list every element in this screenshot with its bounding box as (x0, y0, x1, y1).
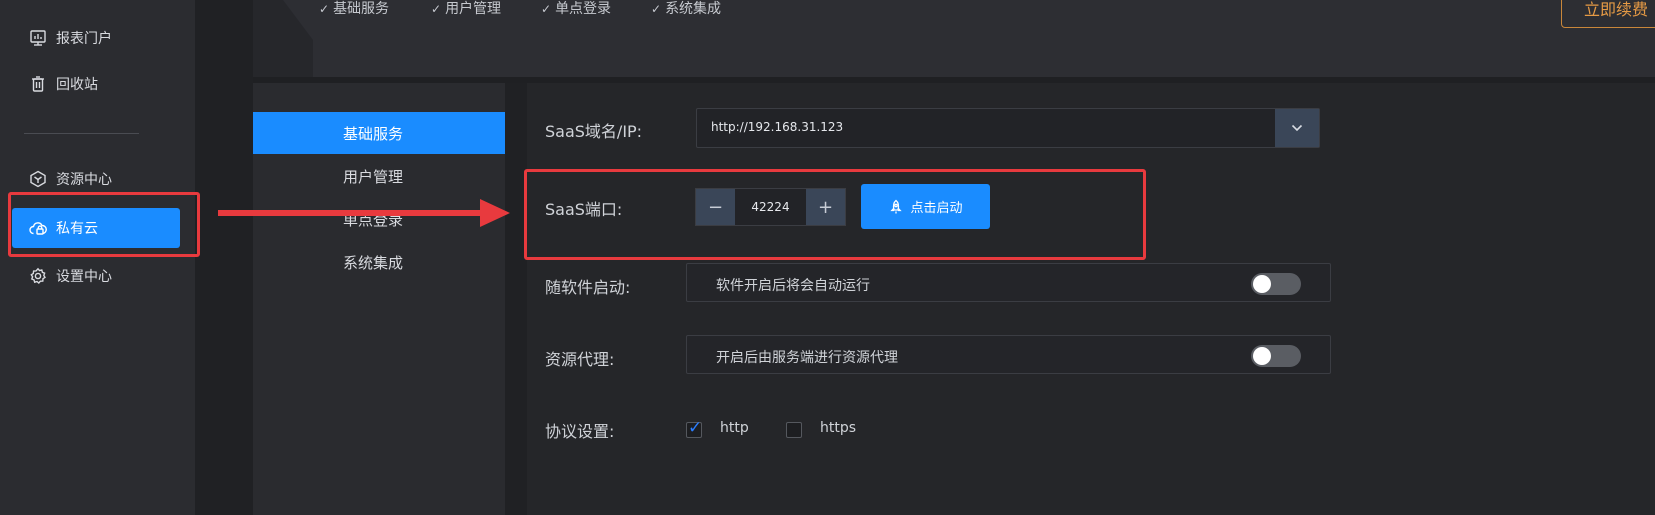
resource-hexagon-icon (28, 169, 48, 189)
http-checkbox[interactable]: ✓ (686, 418, 702, 438)
chevron-down-icon[interactable] (1275, 109, 1319, 147)
autostart-row: 软件开启后将会自动运行 (686, 263, 1331, 302)
http-label: http (720, 420, 749, 436)
banner-corner-decoration (253, 0, 313, 77)
checkmark-icon: ✓ (688, 418, 703, 438)
protocol-label: 协议设置: (545, 422, 615, 441)
sidebar: 报表门户 回收站 资源中心 私有云 设置中心 (0, 0, 195, 515)
report-portal-icon (28, 28, 48, 48)
sidebar-divider (24, 133, 139, 134)
proxy-label: 资源代理: (545, 350, 615, 369)
renew-button[interactable]: 立即续费 (1561, 0, 1655, 28)
domain-value: http://192.168.31.123 (711, 120, 844, 134)
annotation-arrow (218, 199, 510, 227)
feature-check-sso: ✓ 单点登录 (541, 1, 612, 17)
check-icon: ✓ (319, 2, 330, 16)
feature-check-users: ✓ 用户管理 (431, 1, 502, 17)
tab-system-integration[interactable]: 系统集成 (253, 241, 505, 283)
service-banner: ✓ 基础服务 ✓ 用户管理 ✓ 单点登录 ✓ 系统集成 (253, 0, 1655, 77)
autostart-label: 随软件启动: (545, 278, 631, 297)
check-icon: ✓ (431, 2, 442, 16)
sidebar-item-label: 报表门户 (56, 31, 112, 47)
domain-label: SaaS域名/IP: (545, 122, 643, 141)
switch-knob (1253, 275, 1271, 293)
tab-user-management[interactable]: 用户管理 (253, 155, 505, 197)
sidebar-item-label: 资源中心 (56, 172, 112, 188)
annotation-highlight-port (524, 169, 1146, 260)
feature-check-basic: ✓ 基础服务 (319, 1, 390, 17)
sidebar-item-report-portal[interactable]: 报表门户 (12, 18, 180, 58)
autostart-switch[interactable] (1251, 273, 1301, 295)
layout-gutter (195, 0, 253, 515)
tab-basic-service[interactable]: 基础服务 (253, 112, 505, 154)
domain-select[interactable]: http://192.168.31.123 (696, 108, 1320, 148)
trash-icon (28, 74, 48, 94)
check-icon: ✓ (651, 2, 662, 16)
switch-knob (1253, 347, 1271, 365)
proxy-switch[interactable] (1251, 345, 1301, 367)
annotation-highlight-sidebar (8, 192, 200, 257)
autostart-description: 软件开启后将会自动运行 (716, 278, 870, 294)
feature-check-integration: ✓ 系统集成 (651, 1, 722, 17)
sidebar-item-label: 回收站 (56, 77, 98, 93)
check-icon: ✓ (541, 2, 552, 16)
submenu: 基础服务 用户管理 单点登录 系统集成 (253, 83, 505, 515)
https-label: https (820, 420, 857, 436)
submenu-separator (505, 83, 527, 515)
sidebar-item-trash[interactable]: 回收站 (12, 64, 180, 104)
gear-icon (28, 266, 48, 286)
proxy-row: 开启后由服务端进行资源代理 (686, 335, 1331, 374)
proxy-description: 开启后由服务端进行资源代理 (716, 350, 898, 366)
https-checkbox[interactable] (786, 422, 802, 438)
sidebar-item-settings[interactable]: 设置中心 (12, 256, 180, 296)
sidebar-item-label: 设置中心 (56, 269, 112, 285)
